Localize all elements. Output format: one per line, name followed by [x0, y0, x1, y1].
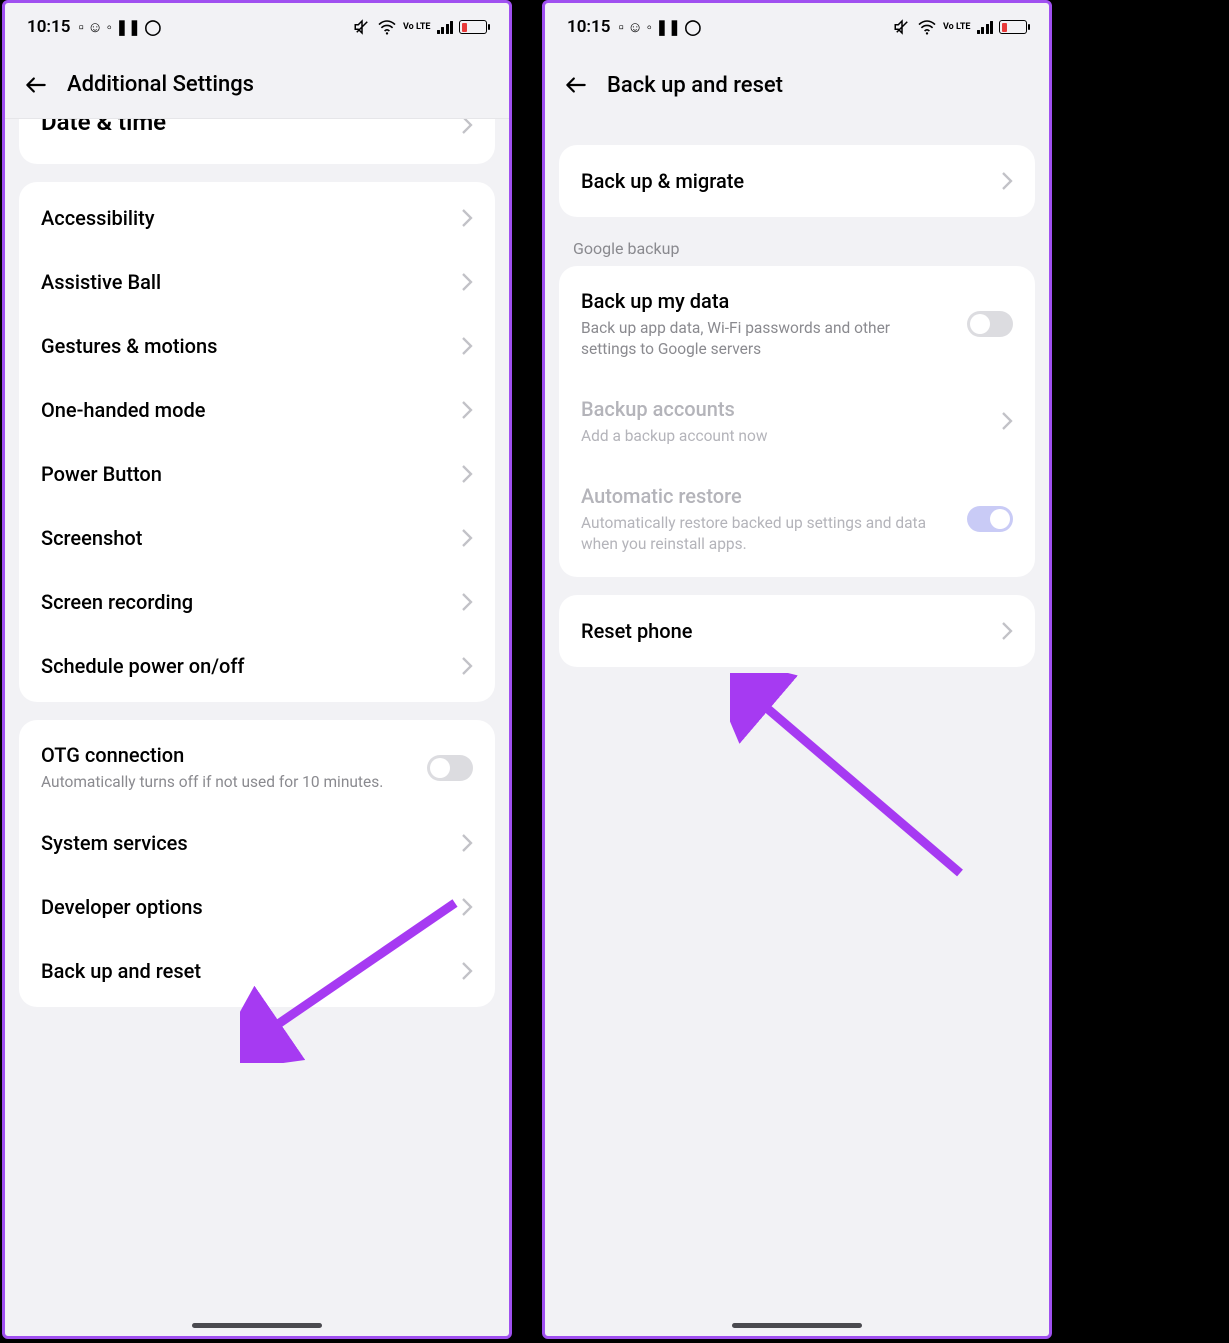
developer-options-row[interactable]: Developer options	[19, 875, 495, 939]
screen-recording-row[interactable]: Screen recording	[19, 570, 495, 634]
gestures-motions-row[interactable]: Gestures & motions	[19, 314, 495, 378]
chevron-right-icon	[1001, 621, 1013, 641]
card-reset: Reset phone	[559, 595, 1035, 667]
automatic-restore-row[interactable]: Automatic restore Automatically restore …	[559, 465, 1035, 573]
status-bar: 10:15 ▫ ☺ ◦ ❚❚ ◯ Vo LTE	[545, 3, 1049, 51]
date-time-row[interactable]: Date & time	[19, 119, 495, 160]
card-google-backup: Back up my data Back up app data, Wi-Fi …	[559, 266, 1035, 577]
otg-connection-row[interactable]: OTG connection Automatically turns off i…	[19, 724, 495, 811]
card-partial: Date & time	[19, 119, 495, 164]
chevron-right-icon	[461, 961, 473, 981]
signal-icon	[437, 20, 454, 34]
chevron-right-icon	[1001, 171, 1013, 191]
otg-toggle[interactable]	[427, 755, 473, 781]
chevron-right-icon	[461, 897, 473, 917]
backup-accounts-row[interactable]: Backup accounts Add a backup account now	[559, 378, 1035, 465]
mute-icon	[353, 18, 371, 36]
gesture-bar[interactable]	[732, 1323, 862, 1328]
signal-icon	[977, 20, 994, 34]
card-settings-group2: OTG connection Automatically turns off i…	[19, 720, 495, 1007]
mute-icon	[893, 18, 911, 36]
gesture-bar[interactable]	[192, 1323, 322, 1328]
header: Back up and reset	[545, 51, 1049, 119]
section-google-backup: Google backup	[559, 217, 1035, 266]
assistive-ball-row[interactable]: Assistive Ball	[19, 250, 495, 314]
chevron-right-icon	[461, 592, 473, 612]
row-label: Back up my data	[581, 288, 941, 314]
row-sub: Add a backup account now	[581, 426, 767, 447]
volte-icon: Vo LTE	[943, 23, 971, 32]
annotation-arrow-right	[730, 673, 970, 883]
status-indicator-icons: ▫ ☺ ◦ ❚❚ ◯	[78, 18, 161, 36]
page-title: Additional Settings	[67, 72, 254, 97]
chevron-right-icon	[461, 833, 473, 853]
chevron-right-icon	[461, 119, 473, 135]
content-left: Date & time Accessibility Assistive Ball…	[5, 119, 509, 1027]
backup-migrate-row[interactable]: Back up & migrate	[559, 149, 1035, 213]
row-label: Developer options	[41, 894, 203, 920]
row-sub: Automatically turns off if not used for …	[41, 772, 383, 793]
reset-phone-row[interactable]: Reset phone	[559, 599, 1035, 663]
row-label: Schedule power on/off	[41, 653, 245, 679]
row-label: Backup accounts	[581, 396, 767, 422]
row-sub: Back up app data, Wi-Fi passwords and ot…	[581, 318, 941, 360]
volte-icon: Vo LTE	[403, 23, 431, 32]
automatic-restore-toggle[interactable]	[967, 506, 1013, 532]
page-title: Back up and reset	[607, 73, 783, 98]
chevron-right-icon	[461, 400, 473, 420]
row-label: Automatic restore	[581, 483, 941, 509]
row-label: System services	[41, 830, 188, 856]
row-label: One-handed mode	[41, 397, 205, 423]
status-time: 10:15	[27, 17, 70, 37]
chevron-right-icon	[461, 208, 473, 228]
row-label: Power Button	[41, 461, 162, 487]
battery-icon	[459, 20, 487, 34]
row-label: Back up and reset	[41, 958, 201, 984]
row-label: Accessibility	[41, 205, 155, 231]
phone-left: 10:15 ▫ ☺ ◦ ❚❚ ◯ Vo LTE Additional Setti…	[2, 0, 512, 1339]
row-label: Back up & migrate	[581, 168, 744, 194]
phone-right: 10:15 ▫ ☺ ◦ ❚❚ ◯ Vo LTE Back up and rese…	[542, 0, 1052, 1339]
card-settings-group1: Accessibility Assistive Ball Gestures & …	[19, 182, 495, 702]
chevron-right-icon	[461, 656, 473, 676]
screenshot-row[interactable]: Screenshot	[19, 506, 495, 570]
back-button[interactable]	[23, 72, 49, 98]
battery-icon	[999, 20, 1027, 34]
row-label: Screen recording	[41, 589, 193, 615]
schedule-power-row[interactable]: Schedule power on/off	[19, 634, 495, 698]
back-up-reset-row[interactable]: Back up and reset	[19, 939, 495, 1003]
one-handed-row[interactable]: One-handed mode	[19, 378, 495, 442]
row-label: OTG connection	[41, 742, 383, 768]
status-indicator-icons: ▫ ☺ ◦ ❚❚ ◯	[618, 18, 701, 36]
row-label: Screenshot	[41, 525, 142, 551]
chevron-right-icon	[461, 464, 473, 484]
header: Additional Settings	[5, 51, 509, 119]
backup-my-data-row[interactable]: Back up my data Back up app data, Wi-Fi …	[559, 270, 1035, 378]
back-button[interactable]	[563, 72, 589, 98]
row-sub: Automatically restore backed up settings…	[581, 513, 941, 555]
wifi-icon	[377, 19, 397, 35]
row-label: Reset phone	[581, 618, 692, 644]
status-time: 10:15	[567, 17, 610, 37]
row-label: Assistive Ball	[41, 269, 161, 295]
chevron-right-icon	[1001, 411, 1013, 431]
chevron-right-icon	[461, 336, 473, 356]
system-services-row[interactable]: System services	[19, 811, 495, 875]
chevron-right-icon	[461, 528, 473, 548]
backup-my-data-toggle[interactable]	[967, 311, 1013, 337]
power-button-row[interactable]: Power Button	[19, 442, 495, 506]
status-bar: 10:15 ▫ ☺ ◦ ❚❚ ◯ Vo LTE	[5, 3, 509, 51]
content-right: Back up & migrate Google backup Back up …	[545, 145, 1049, 687]
row-label: Gestures & motions	[41, 333, 217, 359]
row-label: Date & time	[41, 119, 166, 138]
card-backup-migrate: Back up & migrate	[559, 145, 1035, 217]
wifi-icon	[917, 19, 937, 35]
accessibility-row[interactable]: Accessibility	[19, 186, 495, 250]
chevron-right-icon	[461, 272, 473, 292]
